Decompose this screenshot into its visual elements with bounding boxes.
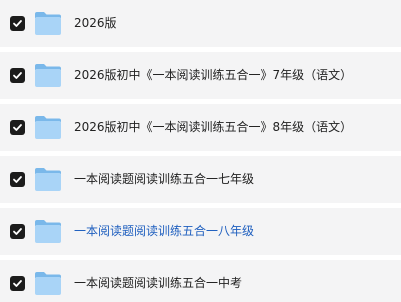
folder-row[interactable]: 2026版	[0, 0, 401, 47]
folder-name[interactable]: 2026版	[74, 0, 117, 47]
folder-name[interactable]: 一本阅读题阅读训练五合一七年级	[74, 156, 254, 203]
folder-row[interactable]: 一本阅读题阅读训练五合一八年级	[0, 208, 401, 255]
checkmark-icon	[13, 72, 22, 79]
folder-name-active[interactable]: 一本阅读题阅读训练五合一八年级	[74, 208, 254, 255]
folder-icon	[35, 64, 61, 87]
folder-icon	[35, 168, 61, 191]
folder-row[interactable]: 一本阅读题阅读训练五合一七年级	[0, 156, 401, 203]
folder-icon	[35, 12, 61, 35]
checkmark-icon	[13, 20, 22, 27]
checkbox-checked[interactable]	[10, 276, 25, 291]
checkbox-checked[interactable]	[10, 172, 25, 187]
checkbox-checked[interactable]	[10, 16, 25, 31]
folder-row[interactable]: 一本阅读题阅读训练五合一中考	[0, 260, 401, 302]
folder-name[interactable]: 2026版初中《一本阅读训练五合一》7年级（语文）	[74, 52, 352, 99]
folder-list: 2026版 2026版初中《一本阅读训练五合一》7年级（语文） 2026版初中《…	[0, 0, 401, 302]
folder-icon	[35, 116, 61, 139]
folder-icon	[35, 272, 61, 295]
checkmark-icon	[13, 228, 22, 235]
checkbox-checked[interactable]	[10, 120, 25, 135]
folder-icon	[35, 220, 61, 243]
folder-name[interactable]: 2026版初中《一本阅读训练五合一》8年级（语文）	[74, 104, 352, 151]
checkmark-icon	[13, 124, 22, 131]
checkbox-checked[interactable]	[10, 224, 25, 239]
folder-row[interactable]: 2026版初中《一本阅读训练五合一》8年级（语文）	[0, 104, 401, 151]
checkbox-checked[interactable]	[10, 68, 25, 83]
checkmark-icon	[13, 280, 22, 287]
checkmark-icon	[13, 176, 22, 183]
folder-row[interactable]: 2026版初中《一本阅读训练五合一》7年级（语文）	[0, 52, 401, 99]
folder-name[interactable]: 一本阅读题阅读训练五合一中考	[74, 260, 242, 302]
